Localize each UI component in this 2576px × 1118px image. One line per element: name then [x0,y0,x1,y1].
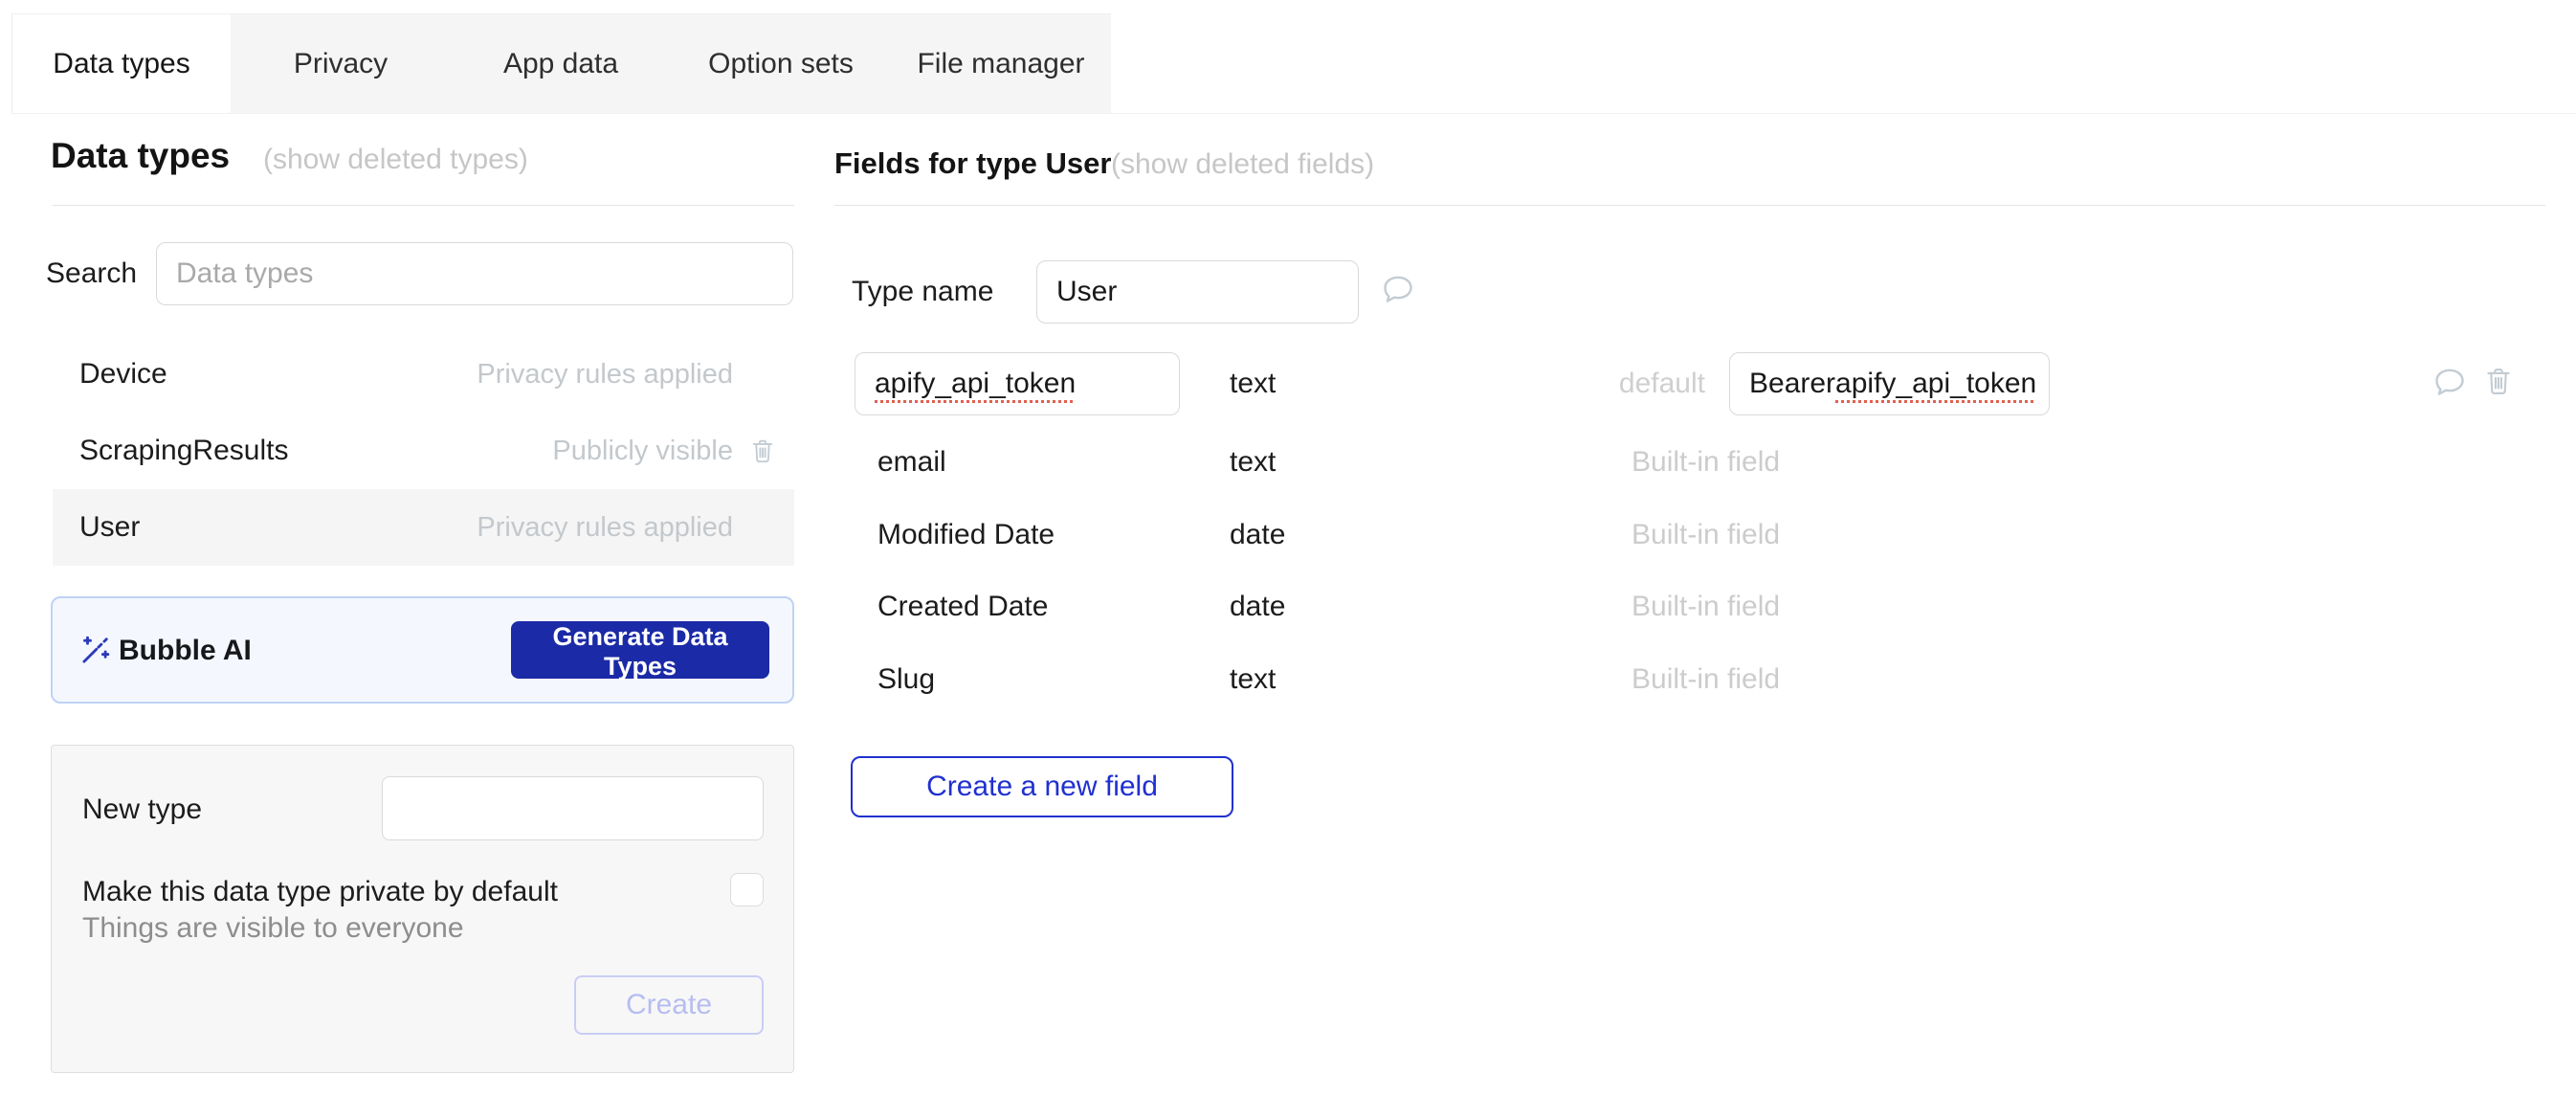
field-name: email [877,445,946,480]
field-name-input[interactable]: apify_api_token [855,352,1180,415]
visibility-note: Things are visible to everyone [82,911,464,946]
type-name-row: Type name User [834,260,2545,324]
field-row-created-date: Created Date date Built-in field [834,570,2545,643]
search-label: Search [46,257,137,291]
fields-panel-title: Fields for type User [834,145,1111,183]
field-name-value: apify_api_token [875,368,1076,400]
default-value-prefix: Bearer [1749,368,1835,400]
new-type-label: New type [82,793,202,827]
trash-icon[interactable] [750,435,775,467]
bubble-ai-label: Bubble AI [119,635,252,667]
built-in-field-note: Built-in field [1632,590,1780,624]
field-type: text [1230,367,1276,401]
comment-icon[interactable] [2432,365,2468,399]
type-privacy-status: Publicly visible [552,436,733,467]
type-row-scrapingresults[interactable]: ScrapingResults Publicly visible [53,413,794,489]
built-in-field-note: Built-in field [1632,662,1780,697]
field-type: date [1230,590,1285,624]
default-label: default [1562,367,1705,401]
show-deleted-types-link[interactable]: (show deleted types) [263,142,528,178]
divider [53,205,794,206]
type-name: User [79,511,477,544]
bubble-ai-box: Bubble AI Generate Data Types [51,596,794,704]
field-type: date [1230,518,1285,552]
fields-panel: Fields for type User (show deleted field… [834,0,2545,1118]
generate-data-types-button[interactable]: Generate Data Types [511,621,769,679]
type-name: Device [79,358,477,391]
field-name: Slug [877,662,935,697]
magic-wand-icon [78,633,112,674]
built-in-field-note: Built-in field [1632,518,1780,552]
type-privacy-status: Privacy rules applied [477,512,733,544]
default-value-token: apify_api_token [1835,368,2036,400]
private-checkbox[interactable] [730,873,764,906]
show-deleted-fields-link[interactable]: (show deleted fields) [1111,146,1374,183]
field-row-slug: Slug text Built-in field [834,643,2545,716]
field-name: Created Date [877,590,1048,624]
search-input[interactable] [156,242,793,305]
create-new-field-button[interactable]: Create a new field [851,756,1233,817]
type-name-label: Type name [852,275,993,309]
private-checkbox-label: Make this data type private by default [82,875,558,909]
type-name-input[interactable]: User [1036,260,1359,324]
field-name: Modified Date [877,518,1055,552]
field-row-apify-api-token: apify_api_token text default Bearer apif… [834,347,2545,420]
built-in-field-note: Built-in field [1632,445,1780,480]
field-type: text [1230,662,1276,697]
type-row-user[interactable]: User Privacy rules applied [53,489,794,566]
type-row-device[interactable]: Device Privacy rules applied [53,336,794,413]
field-row-modified-date: Modified Date date Built-in field [834,499,2545,571]
trash-icon[interactable] [2484,365,2513,397]
new-type-input[interactable] [382,776,764,840]
field-default-input[interactable]: Bearer apify_api_token [1729,352,2050,415]
create-type-button[interactable]: Create [574,975,764,1035]
type-privacy-status: Privacy rules applied [477,359,733,391]
type-name: ScrapingResults [79,435,552,467]
field-row-email: email text Built-in field [834,426,2545,499]
data-types-panel: Data types (show deleted types) Search D… [51,0,794,1118]
new-type-box: New type Make this data type private by … [51,745,794,1073]
divider [834,205,2545,206]
data-type-list: Device Privacy rules applied ScrapingRes… [53,336,794,566]
panel-title: Data types [51,134,230,178]
type-name-value: User [1056,276,1117,308]
field-type: text [1230,445,1276,480]
comment-icon[interactable] [1380,272,1416,306]
